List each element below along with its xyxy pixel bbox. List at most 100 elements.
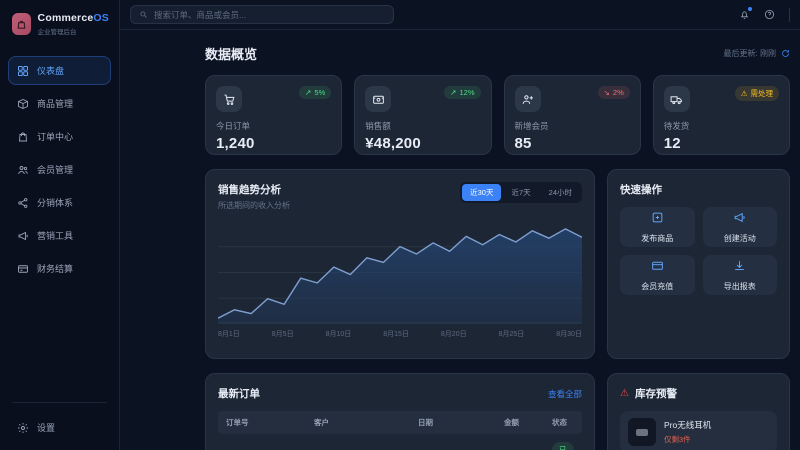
x-tick: 8月25日: [499, 329, 525, 339]
x-axis-labels: 8月1日8月5日8月10日8月15日8月20日8月25日8月30日: [218, 329, 582, 339]
trend-arrow-icon: ↘: [604, 88, 610, 97]
chart-subtitle: 所选期间的收入分析: [218, 200, 290, 211]
kpi-card[interactable]: ↗ 12% 销售额 ¥48,200: [354, 75, 491, 155]
kpi-label: 待发货: [664, 120, 779, 132]
latest-orders-card: 最新订单 查看全部 订单号客户日期金额状态 #ORD-00921 👤: [205, 373, 595, 450]
marketing-icon: [17, 230, 29, 242]
kpi-card[interactable]: ↘ 2% 新增会员 85: [504, 75, 641, 155]
x-tick: 8月5日: [272, 329, 294, 339]
warning-triangle-icon: ⚠: [620, 389, 629, 399]
quick-action-button[interactable]: 创建活动: [703, 207, 778, 247]
column-header: 金额: [504, 417, 552, 428]
notification-dot: [748, 7, 752, 11]
cart-icon: [216, 86, 242, 112]
trend-badge: ↗ 12%: [444, 86, 480, 99]
trend-arrow-icon: ↗: [305, 88, 311, 97]
page-title: 数据概览: [205, 44, 257, 63]
quick-action-button[interactable]: 导出报表: [703, 255, 778, 295]
product-name: Pro无线耳机: [664, 419, 711, 431]
search-icon: [139, 10, 148, 19]
sidebar-item-label: 订单中心: [37, 130, 73, 143]
column-header: 日期: [418, 417, 504, 428]
sidebar-item[interactable]: 会员管理: [8, 155, 111, 184]
member-topup-icon: [651, 259, 664, 277]
wallet-icon: [365, 86, 391, 112]
kpi-value: ¥48,200: [365, 135, 480, 152]
sidebar-item-label: 财务结算: [37, 262, 73, 275]
trend-badge: ⚠ 需处理: [735, 86, 779, 101]
quick-action-button[interactable]: 发布商品: [620, 207, 695, 247]
sidebar-item-label: 仪表盘: [37, 64, 64, 77]
sidebar-item[interactable]: 订单中心: [8, 122, 111, 151]
kpi-value: 85: [515, 135, 630, 152]
brand-name: CommerceOS: [38, 12, 109, 24]
view-all-link[interactable]: 查看全部: [548, 388, 582, 400]
sidebar-item[interactable]: 商品管理: [8, 89, 111, 118]
search-input[interactable]: [154, 10, 385, 20]
kpi-card[interactable]: ↗ 5% 今日订单 1,240: [205, 75, 342, 155]
stock-alert-title: 库存预警: [635, 386, 677, 401]
trend-value: 2%: [613, 88, 624, 97]
dashboard-content: 数据概览 最后更新: 刚刚 ↗ 5%: [120, 30, 800, 450]
quick-action-label: 会员充值: [641, 281, 673, 292]
refresh-icon[interactable]: [781, 49, 790, 58]
create-campaign-icon: [733, 211, 746, 229]
sidebar-item-settings[interactable]: 设置: [8, 413, 111, 442]
quick-action-button[interactable]: 会员充值: [620, 255, 695, 295]
topbar-divider: [789, 8, 790, 22]
sidebar-divider: [12, 402, 107, 403]
global-search[interactable]: [130, 5, 394, 24]
x-tick: 8月20日: [441, 329, 467, 339]
sidebar-item-label: 分销体系: [37, 196, 73, 209]
chart-title: 销售趋势分析: [218, 182, 290, 197]
stock-alert-item[interactable]: Pro无线耳机 仅剩3件: [620, 411, 777, 450]
kpi-card[interactable]: ⚠ 需处理 待发货 12: [653, 75, 790, 155]
brand: CommerceOS 企业管理后台: [0, 0, 119, 50]
range-option[interactable]: 近30天: [462, 184, 501, 201]
trend-badge: ↘ 2%: [598, 86, 630, 99]
last-updated-text: 最后更新: 刚刚: [724, 48, 776, 59]
truck-icon: [664, 86, 690, 112]
x-tick: 8月1日: [218, 329, 240, 339]
sidebar-item[interactable]: 财务结算: [8, 254, 111, 283]
trend-arrow-icon: ↗: [450, 88, 456, 97]
sidebar: CommerceOS 企业管理后台 仪表盘 商品管理 订单中心: [0, 0, 120, 450]
range-option[interactable]: 近7天: [503, 184, 538, 201]
earbuds-icon: [636, 429, 648, 436]
sales-trend-card: 销售趋势分析 所选期间的收入分析 近30天 近7天 24小时: [205, 169, 595, 359]
kpi-label: 今日订单: [216, 120, 331, 132]
kpi-value: 12: [664, 135, 779, 152]
main-area: 数据概览 最后更新: 刚刚 ↗ 5%: [120, 0, 800, 450]
gear-icon: [17, 422, 29, 434]
sales-chart: [218, 221, 582, 324]
column-header: 订单号: [226, 417, 314, 428]
trend-value: 5%: [314, 88, 325, 97]
quick-actions-title: 快速操作: [620, 182, 777, 197]
stock-warning-text: 仅剩3件: [664, 434, 711, 445]
quick-action-label: 导出报表: [724, 281, 756, 292]
brand-logo-icon: [12, 13, 31, 35]
sidebar-item[interactable]: 分销体系: [8, 188, 111, 217]
trend-badge: ↗ 5%: [299, 86, 331, 99]
sidebar-item[interactable]: 仪表盘: [8, 56, 111, 85]
sidebar-item[interactable]: 营销工具: [8, 221, 111, 250]
orders-table-body: #ORD-00921 👤 J. Smith 2023-10-24 ¥120.50…: [218, 434, 582, 450]
topbar: [120, 0, 800, 30]
x-tick: 8月30日: [556, 329, 582, 339]
orders-title: 最新订单: [218, 386, 260, 401]
product-thumbnail: [628, 418, 656, 446]
help-icon[interactable]: [764, 9, 775, 20]
orders-icon: [17, 131, 29, 143]
notification-bell-icon[interactable]: [739, 9, 750, 20]
finance-icon: [17, 263, 29, 275]
quick-actions-card: 快速操作 发布商品 创建活动: [607, 169, 790, 359]
sales-chart-svg: [218, 221, 582, 324]
order-row[interactable]: #ORD-00921 👤 J. Smith 2023-10-24 ¥120.50…: [218, 434, 582, 450]
range-option[interactable]: 24小时: [541, 184, 580, 201]
distribution-icon: [17, 197, 29, 209]
kpi-value: 1,240: [216, 135, 331, 152]
quick-action-label: 创建活动: [724, 233, 756, 244]
sidebar-nav: 仪表盘 商品管理 订单中心 会员管理: [0, 50, 119, 289]
brand-subtitle: 企业管理后台: [38, 26, 109, 36]
dashboard-icon: [17, 65, 29, 77]
